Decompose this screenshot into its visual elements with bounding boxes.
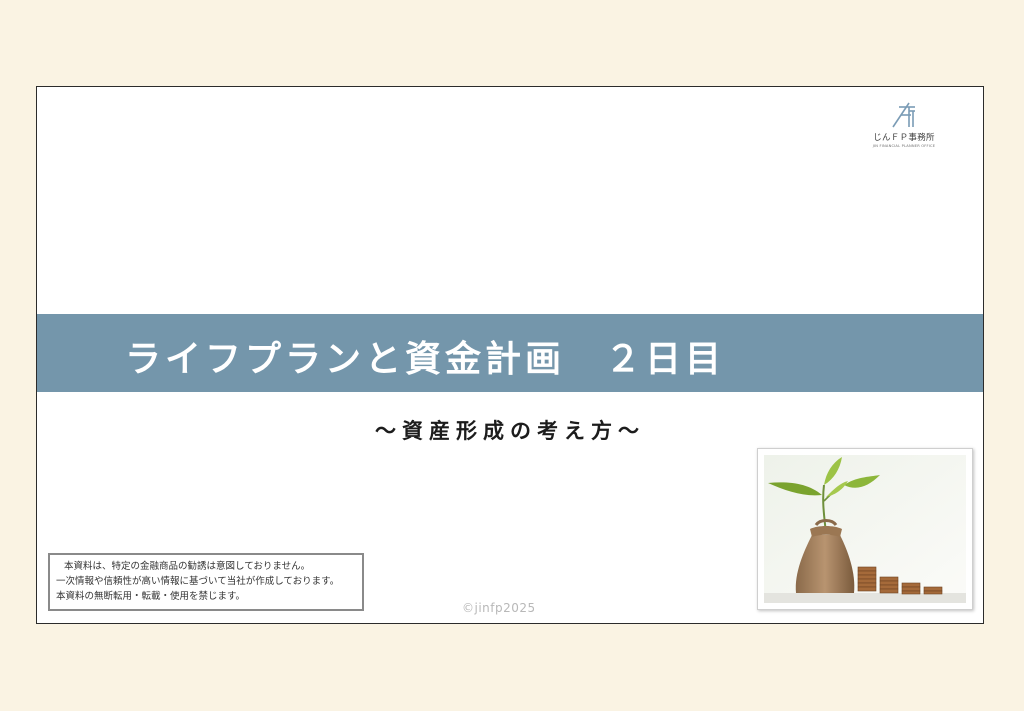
jfp-logo-icon [892,102,915,128]
disclaimer-line-1: 本資料は、特定の金融商品の勧誘は意図しておりません。 [64,561,311,572]
company-logo: じんＦＰ事務所 JIN FINANCIAL PLANNER OFFICE [859,101,949,148]
plant-coins-photo [757,448,973,610]
logo-name: じんＦＰ事務所 [873,133,935,143]
slide-title: ライフプランと資金計画 ２日目 [125,339,726,380]
disclaimer-box: 本資料は、特定の金融商品の勧誘は意図しておりません。 一次情報や信頼性が高い情報… [48,553,364,611]
disclaimer-line-2: 一次情報や信頼性が高い情報に基づいて当社が作成しております。 [56,576,340,587]
slide-subtitle: ～資産形成の考え方～ [375,419,645,443]
logo-subname: JIN FINANCIAL PLANNER OFFICE [872,144,936,148]
copyright-text: ©jinfp2025 [462,601,536,615]
disclaimer-line-3: 本資料の無断転用・転載・使用を禁じます。 [56,591,246,602]
title-band: ライフプランと資金計画 ２日目 [37,314,983,392]
plant-coins-illustration [764,455,966,603]
slide: じんＦＰ事務所 JIN FINANCIAL PLANNER OFFICE ライフ… [36,86,984,624]
